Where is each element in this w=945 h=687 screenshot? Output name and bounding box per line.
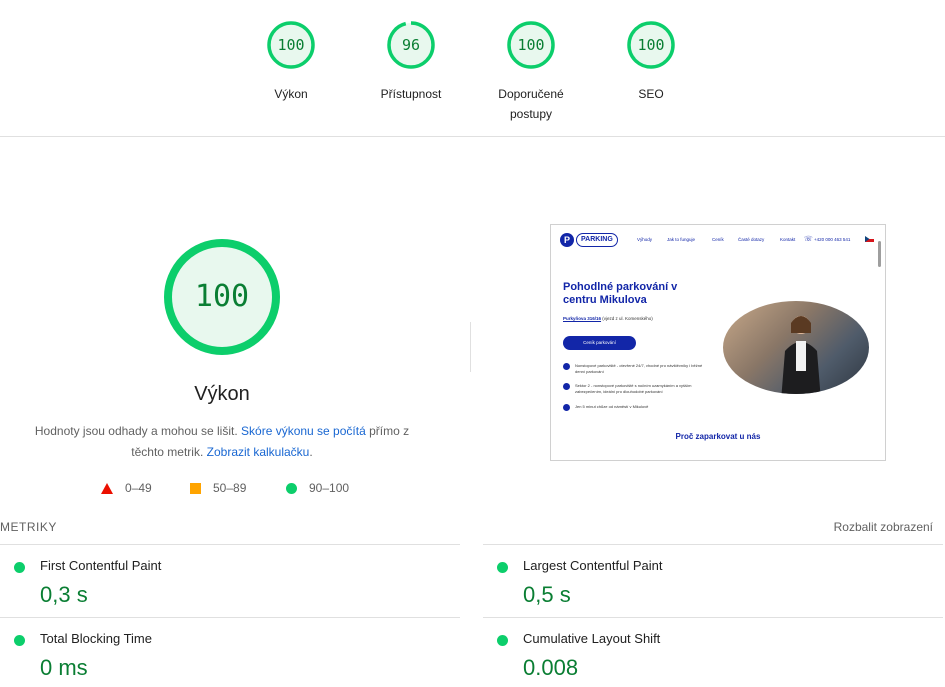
- gauge-score: 100: [517, 36, 545, 54]
- parking-logo-text: PARKING: [576, 233, 618, 247]
- metrics-divider: [0, 617, 460, 618]
- page-screenshot-preview[interactable]: P PARKING Výhody Jak to funguje Ceník Ča…: [550, 224, 886, 461]
- pass-circle-icon: [14, 635, 25, 646]
- preview-menu-item: Časté dotazy: [738, 237, 765, 242]
- gauge-ring: 100: [266, 20, 316, 70]
- performance-description: Hodnoty jsou odhady a mohou se lišit. Sk…: [22, 421, 422, 463]
- gauge-ring: 96: [386, 20, 436, 70]
- preview-bullet-text: Nonstopové parkoviště - otevřené 24/7, v…: [575, 363, 703, 374]
- preview-menu-item: Ceník: [712, 237, 724, 242]
- fail-triangle-icon: [101, 482, 113, 494]
- legend-label: 0–49: [125, 481, 152, 495]
- gauge-seo[interactable]: 100 SEO: [596, 20, 706, 104]
- metrics-divider: [0, 544, 460, 545]
- preview-hero-photo: [723, 301, 869, 394]
- legend-average: 50–89: [190, 481, 246, 495]
- gauge-label: Výkon: [274, 87, 308, 101]
- preview-menu-item: Výhody: [637, 237, 653, 242]
- preview-bullet: Jen 5 minut chůze od náměstí v Mikulově: [563, 404, 713, 411]
- performance-title: Výkon: [194, 383, 250, 405]
- check-icon: [563, 363, 570, 370]
- preview-bullet-text: Sektor 2 - nonstopové parkoviště s noční…: [575, 383, 692, 394]
- legend-pass: 90–100: [286, 481, 349, 495]
- preview-pricing-button: Ceník parkování: [563, 336, 636, 350]
- legend-label: 50–89: [213, 481, 247, 495]
- whatsapp-icon: ☏: [804, 236, 813, 243]
- preview-heading: Pohodlné parkování v centru Mikulova: [563, 281, 678, 306]
- performance-score: 100: [194, 279, 250, 314]
- preview-address-link: Purkyňova 316/16: [563, 316, 602, 321]
- category-gauges: 100 Výkon 96 Přístupnost 100 Doporučené …: [0, 0, 945, 137]
- preview-bullet-text: Jen 5 minut chůze od náměstí v Mikulově: [575, 404, 649, 409]
- metric-name: Cumulative Layout Shift: [523, 631, 661, 646]
- gauge-score: 100: [637, 36, 665, 54]
- gauge-label: Doporučené postupy: [498, 87, 564, 121]
- pass-circle-icon: [14, 562, 25, 573]
- metric-name: First Contentful Paint: [40, 558, 162, 573]
- preview-section-heading: Proč zaparkovat u nás: [675, 432, 761, 441]
- desc-text: Hodnoty jsou odhady a mohou se lišit.: [34, 424, 242, 438]
- gauge-ring: 100: [626, 20, 676, 70]
- preview-phone: +420 000 463 541: [814, 237, 851, 242]
- gauge-label: Přístupnost: [380, 87, 442, 101]
- preview-address: Purkyňova 316/16 (vjezd z ul. Komenského…: [563, 316, 653, 321]
- score-calculation-link[interactable]: Skóre výkonu se počítá: [241, 424, 366, 438]
- metrics-divider: [483, 617, 943, 618]
- preview-bullet: Nonstopové parkoviště - otevřené 24/7, v…: [563, 363, 713, 374]
- pass-circle-icon: [497, 635, 508, 646]
- calculator-link[interactable]: Zobrazit kalkulačku: [207, 445, 310, 459]
- desc-text: .: [309, 445, 313, 459]
- legend-fail: 0–49: [101, 481, 152, 495]
- metric-value: 0,5 s: [523, 582, 571, 607]
- metrics-divider: [483, 544, 943, 545]
- legend-label: 90–100: [309, 481, 350, 495]
- metric-value: 0.008: [523, 655, 579, 680]
- performance-gauge-large: 100: [162, 237, 282, 357]
- gauge-score: 96: [401, 36, 421, 54]
- gauge-performance[interactable]: 100 Výkon: [236, 20, 346, 104]
- preview-menu-item: Kontakt: [780, 237, 796, 242]
- vertical-divider: [470, 322, 471, 372]
- gauge-best-practices[interactable]: 100 Doporučené postupy: [476, 20, 586, 124]
- metric-name: Total Blocking Time: [40, 631, 152, 646]
- preview-scrollbar: [878, 241, 881, 267]
- metric-name: Largest Contentful Paint: [523, 558, 663, 573]
- pass-circle-icon: [497, 562, 508, 573]
- check-icon: [563, 404, 570, 411]
- gauge-ring: 100: [506, 20, 556, 70]
- gauge-accessibility[interactable]: 96 Přístupnost: [356, 20, 466, 104]
- preview-address-rest: (vjezd z ul. Komenského): [601, 316, 653, 321]
- gauge-label: SEO: [638, 87, 664, 101]
- metric-value: 0,3 s: [40, 582, 88, 607]
- parking-logo-icon: P: [560, 233, 574, 247]
- average-square-icon: [190, 482, 201, 494]
- preview-bullet: Sektor 2 - nonstopové parkoviště s noční…: [563, 383, 713, 394]
- gauge-score: 100: [277, 36, 305, 54]
- metric-value: 0 ms: [40, 655, 88, 680]
- metrics-title: METRIKY: [0, 520, 57, 534]
- preview-menu-item: Jak to funguje: [667, 237, 696, 242]
- expand-view-toggle[interactable]: Rozbalit zobrazení: [834, 520, 933, 534]
- check-icon: [563, 383, 570, 390]
- czech-flag-icon: [865, 236, 874, 242]
- woman-photo-icon: [781, 316, 821, 394]
- pass-circle-icon: [286, 482, 297, 494]
